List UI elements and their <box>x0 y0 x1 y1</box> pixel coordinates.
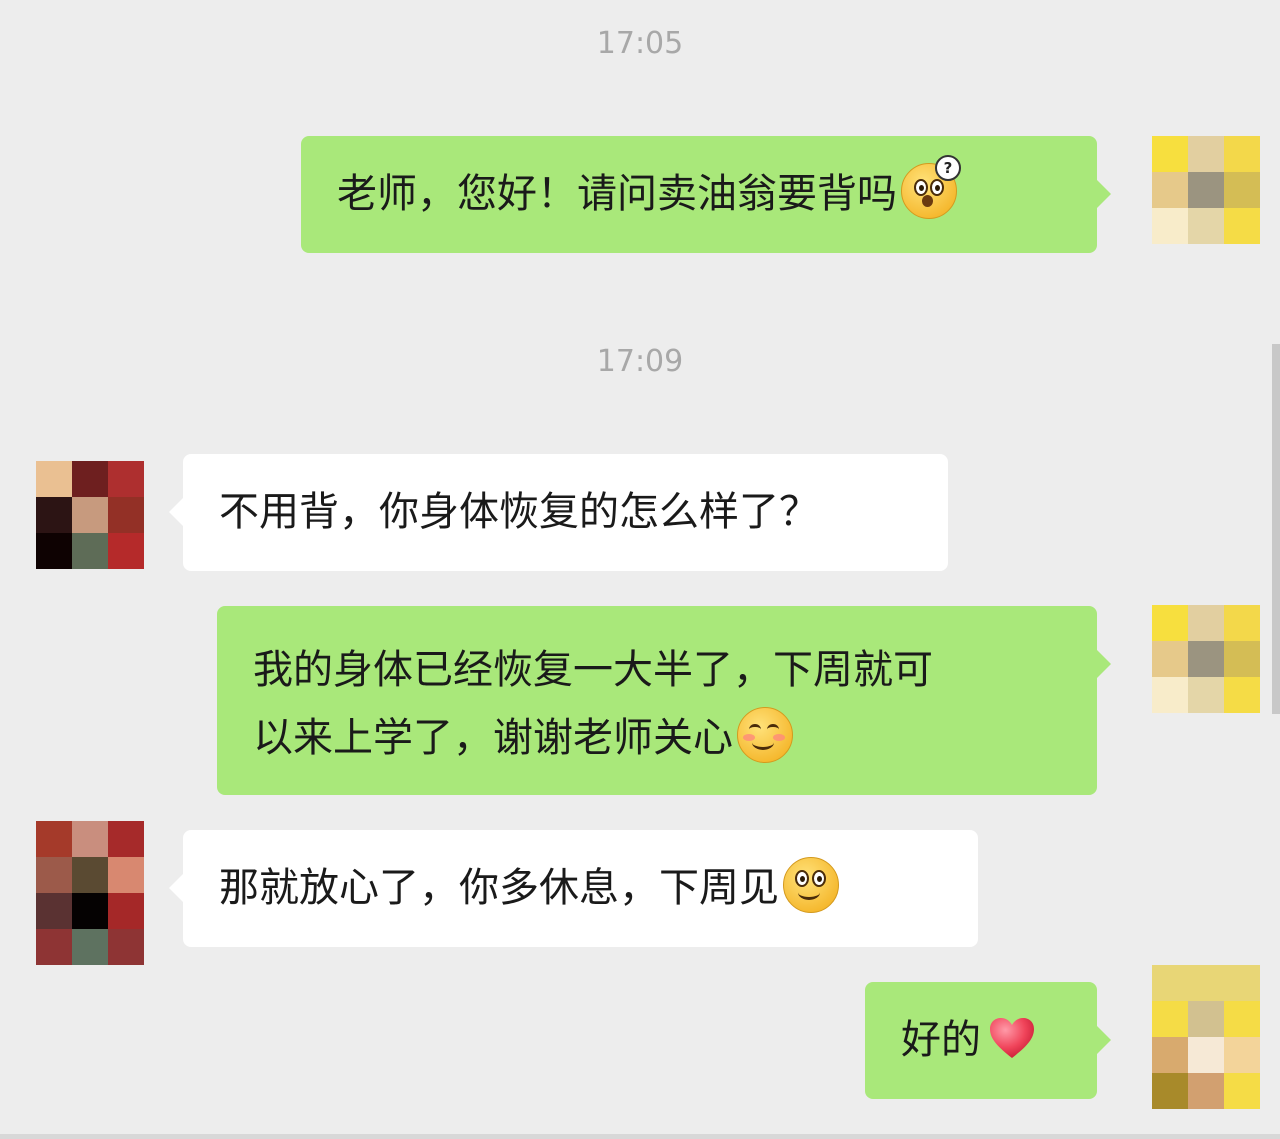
bottom-divider <box>0 1134 1280 1139</box>
teacher-avatar[interactable] <box>36 461 144 569</box>
avatar-pixel <box>36 929 72 965</box>
confused-face-icon: ? <box>899 155 961 219</box>
avatar-pixel <box>1152 136 1188 172</box>
my-avatar[interactable] <box>1152 605 1260 713</box>
avatar-pixel <box>36 533 72 569</box>
avatar-pixel <box>1224 1001 1260 1037</box>
message-text: 那就放心了，你多休息，下周见 <box>219 865 779 911</box>
avatar-pixel <box>1152 208 1188 244</box>
avatar-pixel <box>1188 172 1224 208</box>
avatar-pixel <box>1188 605 1224 641</box>
avatar-pixel <box>1224 136 1260 172</box>
avatar-pixel <box>1188 1037 1224 1073</box>
avatar-pixel <box>36 821 72 857</box>
avatar-pixel <box>108 893 144 929</box>
avatar-pixel <box>1152 677 1188 713</box>
message-text-line-2: 以来上学了，谢谢老师关心 <box>253 715 733 761</box>
avatar-pixel <box>72 821 108 857</box>
avatar-pixel <box>1152 172 1188 208</box>
avatar-pixel <box>1152 1073 1188 1109</box>
avatar-pixel <box>1224 605 1260 641</box>
avatar-pixel <box>36 461 72 497</box>
avatar-pixel <box>1188 965 1224 1001</box>
avatar-pixel <box>36 893 72 929</box>
avatar-pixel <box>72 461 108 497</box>
avatar-pixel <box>72 893 108 929</box>
timestamp: 17:09 <box>596 344 684 379</box>
message-text: 不用背，你身体恢复的怎么样了？ <box>219 489 819 535</box>
message-bubble-outgoing[interactable]: 老师，您好！请问卖油翁要背吗 ? <box>301 136 1111 253</box>
avatar-pixel <box>72 929 108 965</box>
scrollbar[interactable] <box>1272 344 1280 714</box>
message-text: 老师，您好！请问卖油翁要背吗 <box>337 171 897 217</box>
avatar-pixel <box>1224 677 1260 713</box>
avatar-pixel <box>1188 677 1224 713</box>
message-bubble-outgoing[interactable]: 好的 <box>865 982 1111 1099</box>
avatar-pixel <box>108 533 144 569</box>
avatar-pixel <box>1188 136 1224 172</box>
message-bubble-outgoing[interactable]: 我的身体已经恢复一大半了，下周就可 以来上学了，谢谢老师关心 <box>217 606 1111 795</box>
avatar-pixel <box>108 461 144 497</box>
avatar-pixel <box>1224 641 1260 677</box>
avatar-pixel <box>1152 965 1188 1001</box>
my-avatar[interactable] <box>1152 965 1260 1109</box>
avatar-pixel <box>1224 208 1260 244</box>
message-text: 好的 <box>901 1017 981 1063</box>
avatar-pixel <box>108 497 144 533</box>
avatar-pixel <box>1152 605 1188 641</box>
avatar-pixel <box>1224 172 1260 208</box>
avatar-pixel <box>72 497 108 533</box>
avatar-pixel <box>108 821 144 857</box>
message-bubble-incoming[interactable]: 那就放心了，你多休息，下周见 <box>169 830 978 947</box>
avatar-pixel <box>1188 1073 1224 1109</box>
avatar-pixel <box>1224 1037 1260 1073</box>
message-text-line-1: 我的身体已经恢复一大半了，下周就可 <box>253 647 933 693</box>
my-avatar[interactable] <box>1152 136 1260 244</box>
avatar-pixel <box>1152 1037 1188 1073</box>
avatar-pixel <box>72 857 108 893</box>
avatar-pixel <box>72 533 108 569</box>
teacher-avatar[interactable] <box>36 821 144 965</box>
avatar-pixel <box>36 857 72 893</box>
avatar-pixel <box>108 857 144 893</box>
heart-icon <box>983 1007 1041 1065</box>
avatar-pixel <box>1188 208 1224 244</box>
avatar-pixel <box>1224 1073 1260 1109</box>
avatar-pixel <box>108 929 144 965</box>
avatar-pixel <box>1152 1001 1188 1037</box>
avatar-pixel <box>36 497 72 533</box>
smile-icon <box>781 855 839 913</box>
chat-window: 17:05 老师，您好！请问卖油翁要背吗 ? 17:09 不用背，你身体恢复的怎… <box>0 0 1280 1139</box>
avatar-pixel <box>1152 641 1188 677</box>
avatar-pixel <box>1188 641 1224 677</box>
message-bubble-incoming[interactable]: 不用背，你身体恢复的怎么样了？ <box>169 454 948 571</box>
blushing-smile-icon <box>735 705 793 763</box>
timestamp: 17:05 <box>596 26 684 61</box>
avatar-pixel <box>1188 1001 1224 1037</box>
heart-shape <box>990 1018 1034 1058</box>
avatar-pixel <box>1224 965 1260 1001</box>
